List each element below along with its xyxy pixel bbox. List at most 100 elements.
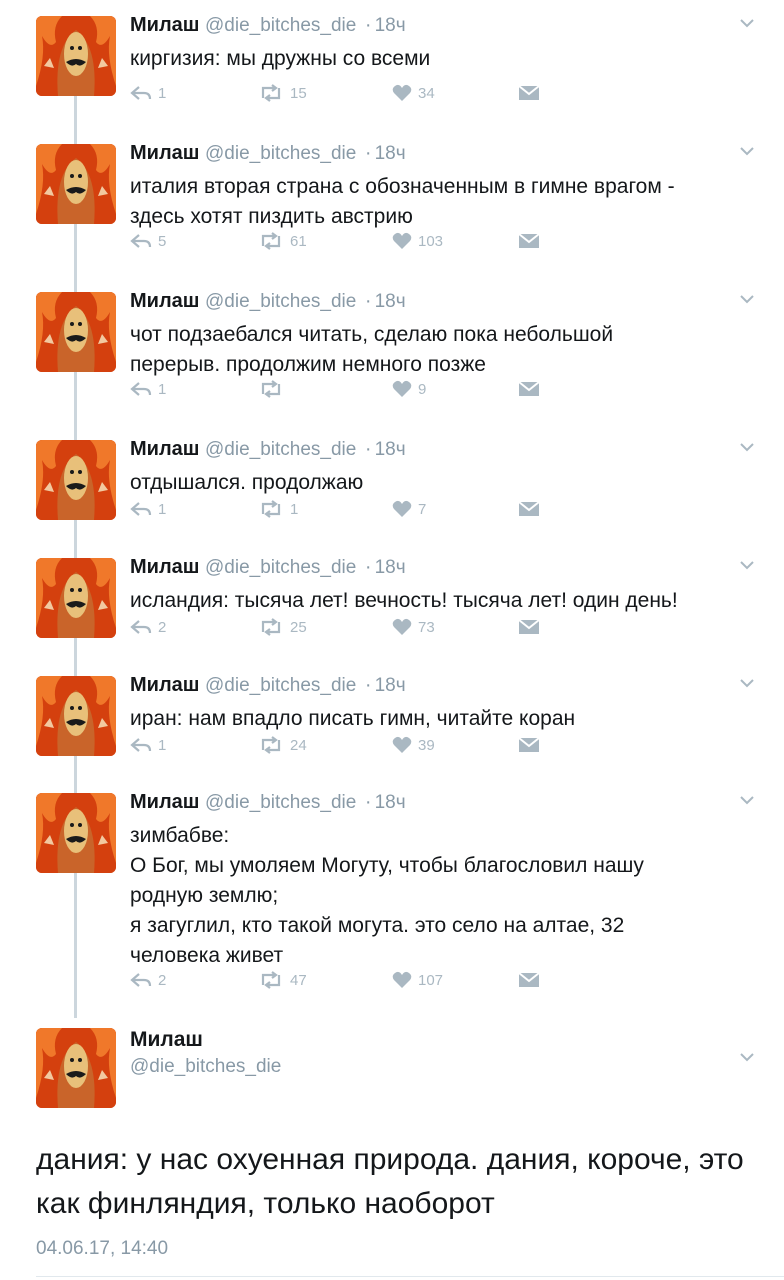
avatar-icon bbox=[36, 676, 116, 756]
divider bbox=[36, 1276, 784, 1277]
tweet-text: киргизия: мы дружны со всеми bbox=[130, 47, 431, 70]
tweet[interactable]: Милаш @die_bitches_die · 18ч чот подзаеба… bbox=[0, 276, 784, 398]
author-handle[interactable]: @die_bitches_die bbox=[130, 1056, 281, 1078]
chevron-down-icon[interactable] bbox=[738, 14, 756, 32]
like-count: 73 bbox=[418, 618, 435, 636]
author-handle[interactable]: @die_bitches_die bbox=[205, 557, 356, 578]
chevron-down-icon[interactable] bbox=[738, 674, 756, 692]
chevron-down-icon[interactable] bbox=[738, 556, 756, 574]
avatar[interactable] bbox=[36, 558, 116, 638]
direct-message-button[interactable] bbox=[518, 380, 546, 398]
author-handle[interactable]: @die_bitches_die bbox=[205, 143, 356, 164]
avatar[interactable] bbox=[36, 144, 116, 224]
avatar[interactable] bbox=[36, 16, 116, 96]
avatar-icon bbox=[36, 558, 116, 638]
reply-icon bbox=[130, 973, 152, 987]
like-button[interactable]: 7 bbox=[392, 500, 426, 518]
tweet[interactable]: Милаш @die_bitches_die · 18ч италия втора… bbox=[0, 128, 784, 250]
author-name[interactable]: Милаш bbox=[130, 438, 199, 460]
reply-icon bbox=[130, 86, 152, 100]
reply-button[interactable]: 1 bbox=[130, 736, 166, 754]
retweet-button[interactable] bbox=[258, 380, 290, 398]
author-handle[interactable]: @die_bitches_die bbox=[205, 792, 356, 813]
heart-icon bbox=[392, 971, 412, 988]
reply-button[interactable]: 2 bbox=[130, 971, 166, 989]
retweet-icon bbox=[261, 500, 281, 518]
retweet-count: 25 bbox=[290, 618, 307, 636]
like-button[interactable]: 34 bbox=[392, 84, 435, 102]
like-count: 7 bbox=[418, 500, 427, 518]
avatar[interactable] bbox=[36, 676, 116, 756]
avatar[interactable] bbox=[36, 1028, 116, 1108]
like-button[interactable]: 73 bbox=[392, 618, 435, 636]
author-name[interactable]: Милаш bbox=[130, 556, 199, 578]
direct-message-button[interactable] bbox=[518, 232, 546, 250]
avatar[interactable] bbox=[36, 793, 116, 873]
avatar-icon bbox=[36, 144, 116, 224]
reply-button[interactable]: 1 bbox=[130, 84, 166, 102]
tweet-time[interactable]: 18ч bbox=[375, 557, 406, 578]
author-name[interactable]: Милаш bbox=[130, 14, 199, 36]
tweet[interactable]: Милаш @die_bitches_die · 18ч иран: нам вп… bbox=[0, 660, 784, 778]
retweet-button[interactable]: 15 bbox=[258, 84, 307, 102]
chevron-down-icon[interactable] bbox=[738, 1048, 756, 1066]
like-button[interactable]: 103 bbox=[392, 232, 443, 250]
like-button[interactable]: 107 bbox=[392, 971, 443, 989]
direct-message-button[interactable] bbox=[518, 736, 546, 754]
heart-icon bbox=[392, 380, 412, 397]
reply-button[interactable]: 5 bbox=[130, 232, 166, 250]
retweet-button[interactable]: 24 bbox=[258, 736, 307, 754]
tweet-time[interactable]: 18ч bbox=[375, 15, 406, 36]
reply-button[interactable]: 1 bbox=[130, 500, 166, 518]
like-button[interactable]: 9 bbox=[392, 380, 426, 398]
tweet-text: чот подзаебался читать, сделаю пока небо… bbox=[130, 323, 614, 376]
tweet-time[interactable]: 18ч bbox=[375, 675, 406, 696]
chevron-down-icon[interactable] bbox=[738, 142, 756, 160]
tweet-text: иран: нам впадло писать гимн, читайте ко… bbox=[130, 707, 576, 730]
reply-button[interactable]: 1 bbox=[130, 380, 166, 398]
tweet-header: Милаш @die_bitches_die · 18ч bbox=[130, 288, 406, 315]
tweet-time[interactable]: 18ч bbox=[375, 439, 406, 460]
tweet-text: италия вторая страна с обозначенным в ги… bbox=[130, 175, 675, 228]
author-handle[interactable]: @die_bitches_die bbox=[205, 291, 356, 312]
direct-message-icon bbox=[518, 381, 540, 396]
author-name[interactable]: Милаш bbox=[130, 142, 199, 164]
tweet[interactable]: Милаш @die_bitches_die · 18ч киргизия: мы… bbox=[0, 0, 784, 118]
tweet[interactable]: Милаш @die_bitches_die · 18ч отдышался. п… bbox=[0, 424, 784, 542]
retweet-button[interactable]: 47 bbox=[258, 971, 307, 989]
retweet-icon bbox=[261, 84, 281, 102]
chevron-down-icon[interactable] bbox=[738, 791, 756, 809]
tweet-time[interactable]: 18ч bbox=[375, 792, 406, 813]
reply-button[interactable]: 2 bbox=[130, 618, 166, 636]
avatar[interactable] bbox=[36, 292, 116, 372]
chevron-down-icon[interactable] bbox=[738, 438, 756, 456]
author-name[interactable]: Милаш bbox=[130, 674, 199, 696]
reply-count: 1 bbox=[158, 380, 167, 398]
author-handle[interactable]: @die_bitches_die bbox=[205, 675, 356, 696]
retweet-button[interactable]: 25 bbox=[258, 618, 307, 636]
reply-count: 1 bbox=[158, 500, 167, 518]
like-count: 9 bbox=[418, 380, 427, 398]
like-count: 34 bbox=[418, 84, 435, 102]
main-tweet[interactable]: Милаш @die_bitches_die bbox=[0, 1014, 784, 1134]
retweet-button[interactable]: 61 bbox=[258, 232, 307, 250]
direct-message-button[interactable] bbox=[518, 971, 546, 989]
direct-message-button[interactable] bbox=[518, 500, 546, 518]
like-button[interactable]: 39 bbox=[392, 736, 435, 754]
tweet-time[interactable]: 18ч bbox=[375, 143, 406, 164]
author-name[interactable]: Милаш bbox=[130, 791, 199, 813]
chevron-down-icon[interactable] bbox=[738, 290, 756, 308]
direct-message-button[interactable] bbox=[518, 618, 546, 636]
heart-icon bbox=[392, 84, 412, 101]
retweet-button[interactable]: 1 bbox=[258, 500, 298, 518]
tweet[interactable]: Милаш @die_bitches_die · 18ч зимбабве: О … bbox=[0, 777, 784, 989]
avatar[interactable] bbox=[36, 440, 116, 520]
tweet-time[interactable]: 18ч bbox=[375, 291, 406, 312]
author-handle[interactable]: @die_bitches_die bbox=[205, 15, 356, 36]
author-name[interactable]: Милаш bbox=[130, 1028, 203, 1052]
tweet[interactable]: Милаш @die_bitches_die · 18ч исландия: ты… bbox=[0, 542, 784, 660]
author-name[interactable]: Милаш bbox=[130, 290, 199, 312]
author-handle[interactable]: @die_bitches_die bbox=[205, 439, 356, 460]
direct-message-button[interactable] bbox=[518, 84, 546, 102]
tweet-text: зимбабве: О Бог, мы умоляем Могуту, чтоб… bbox=[130, 824, 644, 967]
